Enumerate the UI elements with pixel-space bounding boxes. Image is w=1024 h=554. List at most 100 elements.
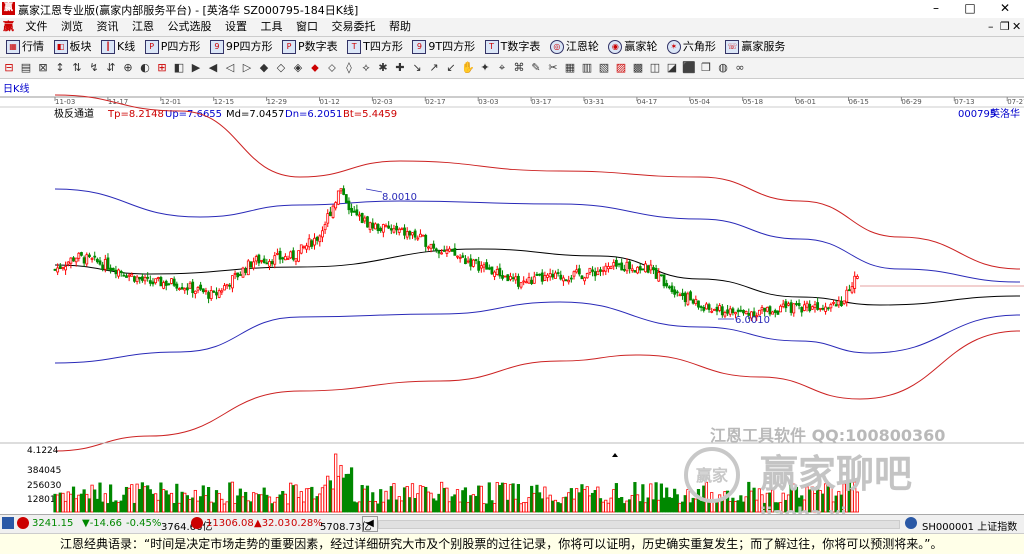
- kline-chart[interactable]: 11-03 11-17 12-01 12-15 12-29 01-12 02-03 02-17…: [0, 79, 1024, 514]
- dot-circle-icon[interactable]: ◍: [716, 61, 730, 75]
- hand-icon[interactable]: ✋: [461, 61, 475, 75]
- table-icon[interactable]: ▤: [19, 61, 33, 75]
- candle-up: [596, 270, 600, 276]
- toolbar-label: 行情: [22, 40, 44, 53]
- target-icon[interactable]: ⌖: [495, 61, 509, 75]
- diamond-icon[interactable]: ◆: [257, 61, 271, 75]
- toolbar-ptable-button[interactable]: P P数字表: [282, 37, 338, 57]
- toolbar-ttable-button[interactable]: T T数字表: [484, 37, 540, 57]
- menu-formula[interactable]: 公式选股: [163, 18, 217, 36]
- flash-icon[interactable]: ↯: [87, 61, 101, 75]
- menu-help[interactable]: 帮助: [384, 18, 416, 36]
- hatch-icon[interactable]: ▧: [597, 61, 611, 75]
- mdi-restore-button[interactable]: ❐: [1000, 18, 1010, 36]
- window2-icon[interactable]: ◪: [665, 61, 679, 75]
- square-icon[interactable]: ⬛: [682, 61, 696, 75]
- menu-file[interactable]: 文件: [21, 18, 53, 36]
- candle-up: [64, 266, 67, 271]
- toolbar-9tsquare-button[interactable]: 9 9T四方形: [412, 37, 475, 57]
- cross-icon[interactable]: ⊠: [36, 61, 50, 75]
- toolbar-winnerwheel-button[interactable]: ◉ 赢家轮: [608, 37, 657, 57]
- hatch3-icon[interactable]: ▩: [631, 61, 645, 75]
- prev-icon[interactable]: ◀: [206, 61, 220, 75]
- panel-icon[interactable]: ◧: [172, 61, 186, 75]
- layout-icon[interactable]: ⊟: [2, 61, 16, 75]
- rhomb-o-icon[interactable]: ⬦: [325, 61, 339, 75]
- toolbar-sector-button[interactable]: ◧ 板块: [53, 37, 92, 57]
- minimize-button[interactable]: –: [921, 0, 951, 18]
- diamond-o-icon[interactable]: ◇: [274, 61, 288, 75]
- volume-tick-1: 384045: [27, 466, 61, 476]
- menu-settings[interactable]: 设置: [220, 18, 252, 36]
- toolbar-service-button[interactable]: ☏ 赢家服务: [725, 37, 785, 57]
- volume-bar-down: [265, 494, 269, 513]
- left-icon[interactable]: ◁: [223, 61, 237, 75]
- volume-bar-up: [678, 502, 682, 513]
- plus-icon[interactable]: ✚: [393, 61, 407, 75]
- candle-down: [720, 306, 724, 316]
- scroll-left-button[interactable]: ◀: [362, 516, 378, 532]
- menu-gann[interactable]: 江恩: [127, 18, 159, 36]
- toolbar-kline-button[interactable]: ┃ K线: [101, 37, 135, 57]
- grid3-icon[interactable]: ▥: [580, 61, 594, 75]
- arrow-sw-icon[interactable]: ↙: [444, 61, 458, 75]
- window-icon[interactable]: ◫: [648, 61, 662, 75]
- candle-up: [56, 267, 60, 273]
- menu-news[interactable]: 资讯: [92, 18, 124, 36]
- half-icon[interactable]: ◐: [138, 61, 152, 75]
- star-icon[interactable]: ✦: [478, 61, 492, 75]
- candle-down: [506, 274, 510, 282]
- candle-up: [694, 298, 698, 305]
- grid2-icon[interactable]: ▦: [563, 61, 577, 75]
- candle-down: [257, 254, 261, 264]
- scissors-icon[interactable]: ✂: [546, 61, 560, 75]
- arrow-se-icon[interactable]: ↘: [410, 61, 424, 75]
- star4-icon[interactable]: ⟡: [359, 61, 373, 75]
- maximize-icon[interactable]: □: [955, 0, 985, 18]
- candle-down: [564, 279, 568, 282]
- add-icon[interactable]: ⊕: [121, 61, 135, 75]
- volume-bar-down: [551, 500, 555, 513]
- menu-window[interactable]: 窗口: [291, 18, 323, 36]
- hatch2-icon[interactable]: ▨: [614, 61, 628, 75]
- close-button[interactable]: ✕: [990, 0, 1020, 18]
- infinity-icon[interactable]: ∞: [733, 61, 747, 75]
- volume-bar-down: [617, 497, 621, 513]
- mdi-close-button[interactable]: ✕: [1012, 18, 1021, 36]
- volume-bar-down: [638, 501, 642, 513]
- lozenge-icon[interactable]: ◊: [342, 61, 356, 75]
- volume-bar-up: [56, 494, 60, 513]
- toolbar-gannwheel-button[interactable]: ◎ 江恩轮: [549, 37, 599, 57]
- volume-bar-up: [426, 491, 430, 513]
- rhomb-icon[interactable]: ⬥: [308, 61, 322, 75]
- next-icon[interactable]: ▶: [189, 61, 203, 75]
- candle-up: [805, 302, 809, 308]
- volume-bar-up: [220, 498, 224, 513]
- toolbar-psquare-button[interactable]: P P四方形: [144, 37, 200, 57]
- candle-down: [424, 234, 428, 247]
- command-icon[interactable]: ⌘: [512, 61, 526, 75]
- asterisk-icon[interactable]: ✱: [376, 61, 390, 75]
- right-icon[interactable]: ▷: [240, 61, 254, 75]
- zoom-v-icon[interactable]: ↕: [53, 61, 67, 75]
- copy-icon[interactable]: ❐: [699, 61, 713, 75]
- candle-up: [845, 289, 849, 303]
- volume-bar-down: [487, 482, 491, 513]
- pen-icon[interactable]: ✎: [529, 61, 543, 75]
- mdi-minimize-button[interactable]: –: [988, 18, 994, 36]
- grid-icon[interactable]: ⊞: [155, 61, 169, 75]
- menu-browse[interactable]: 浏览: [56, 18, 88, 36]
- split-icon[interactable]: ⇵: [104, 61, 118, 75]
- menu-trade[interactable]: 交易委托: [327, 18, 381, 36]
- toolbar-quotes-button[interactable]: ▦ 行情: [6, 37, 44, 57]
- volume-bar-up: [384, 490, 388, 513]
- toolbar-9psquare-button[interactable]: 9 9P四方形: [209, 37, 273, 57]
- arrow-ne-icon[interactable]: ↗: [427, 61, 441, 75]
- toolbar-hexagon-button[interactable]: ✶ 六角形: [666, 37, 716, 57]
- toolbar-tsquare-button[interactable]: T T四方形: [347, 37, 403, 57]
- scrollbar-track[interactable]: [378, 520, 900, 529]
- diamond-dot-icon[interactable]: ◈: [291, 61, 305, 75]
- menu-tools[interactable]: 工具: [256, 18, 288, 36]
- zoom-h-icon[interactable]: ⇅: [70, 61, 84, 75]
- candle-up: [193, 290, 197, 294]
